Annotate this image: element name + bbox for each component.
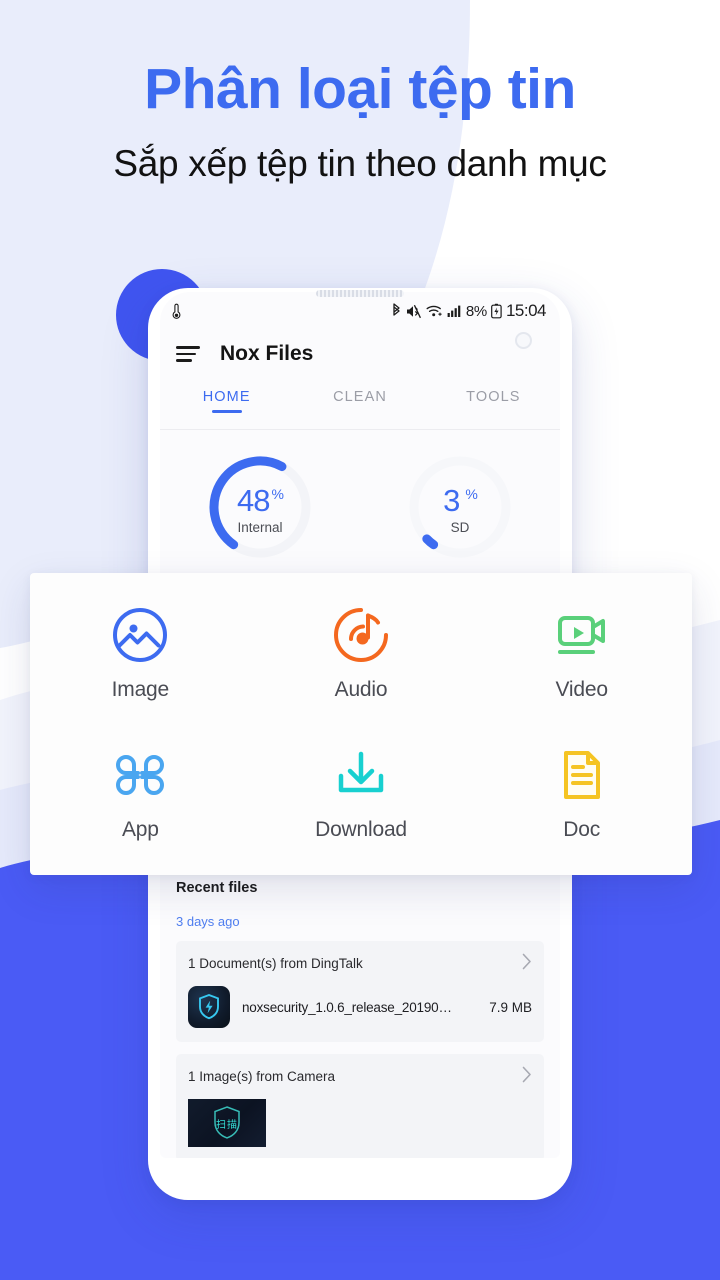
category-label-audio: Audio xyxy=(334,678,388,701)
category-row-1: Image Audio Video xyxy=(30,604,692,702)
storage-gauge-internal[interactable]: 48% Internal 26.3 GB / 54 GB xyxy=(160,452,360,586)
signal-bars-icon xyxy=(447,304,462,318)
app-icon xyxy=(111,744,169,806)
category-label-download: Download xyxy=(315,818,407,841)
phone-speaker-grille xyxy=(316,290,404,297)
recent-group-image[interactable]: 1 Image(s) from Camera 扫描 xyxy=(176,1054,544,1158)
tab-bar: HOME CLEAN TOOLS xyxy=(160,374,560,420)
front-camera-icon xyxy=(515,332,532,349)
shield-app-icon xyxy=(188,986,230,1028)
recent-group-document-title: 1 Document(s) from DingTalk xyxy=(188,956,363,971)
recent-image-row[interactable]: 扫描 xyxy=(188,1099,532,1147)
mute-icon xyxy=(406,304,422,319)
tab-home-label: HOME xyxy=(202,389,251,405)
battery-icon xyxy=(491,303,502,319)
app-title: Nox Files xyxy=(220,342,314,365)
internal-gauge-ring: 48% Internal xyxy=(205,452,315,562)
shield-scan-thumbnail: 扫描 xyxy=(188,1099,266,1147)
tab-active-indicator xyxy=(211,409,242,413)
wifi-icon xyxy=(426,304,443,318)
tab-home[interactable]: HOME xyxy=(160,389,293,413)
tab-tools-label: TOOLS xyxy=(466,389,521,405)
recent-files-title: Recent files xyxy=(176,880,258,896)
tab-tools[interactable]: TOOLS xyxy=(427,389,560,405)
battery-percent: 8% xyxy=(465,302,487,320)
category-item-audio[interactable]: Audio xyxy=(251,604,472,702)
page-subtitle: Sắp xếp tệp tin theo danh mục xyxy=(113,142,607,184)
category-item-doc[interactable]: Doc xyxy=(471,744,692,842)
thermometer-icon xyxy=(170,302,183,320)
video-icon xyxy=(553,604,611,666)
recent-files-date: 3 days ago xyxy=(176,914,240,929)
status-bar: 8% 15:04 xyxy=(160,292,560,330)
chevron-right-icon[interactable] xyxy=(522,1066,532,1087)
category-label-image: Image xyxy=(111,678,170,701)
image-icon xyxy=(111,604,169,666)
tab-clean-label: CLEAN xyxy=(333,389,387,405)
chevron-right-icon[interactable] xyxy=(522,953,532,974)
audio-icon xyxy=(332,604,390,666)
recent-file-row[interactable]: noxsecurity_1.0.6_release_20190… 7.9 MB xyxy=(188,986,532,1028)
recent-files-section: Recent files 3 days ago 1 Document(s) fr… xyxy=(160,864,560,1158)
doc-icon xyxy=(553,744,611,806)
sd-gauge-ring: 3% SD xyxy=(405,452,515,562)
status-bar-clock: 15:04 xyxy=(505,301,547,320)
bluetooth-icon xyxy=(391,303,402,319)
storage-gauges: 48% Internal 26.3 GB / 54 GB 3% xyxy=(160,430,560,586)
download-icon xyxy=(332,744,390,806)
headline-block: Phân loại tệp tin Sắp xếp tệp tin theo d… xyxy=(0,57,720,185)
internal-percent: 48% xyxy=(237,483,284,518)
page-title: Phân loại tệp tin xyxy=(144,57,576,121)
recent-file-size: 7.9 MB xyxy=(489,999,532,1015)
sd-percent: 3% xyxy=(443,483,478,518)
hamburger-menu-icon[interactable] xyxy=(176,346,200,362)
category-item-video[interactable]: Video xyxy=(471,604,692,702)
recent-group-image-title: 1 Image(s) from Camera xyxy=(188,1069,336,1084)
app-bar: Nox Files xyxy=(160,330,560,374)
internal-gauge-label: Internal xyxy=(237,520,283,535)
category-label-video: Video xyxy=(555,678,609,701)
category-label-app: App xyxy=(121,818,159,841)
category-row-2: App Download Doc xyxy=(30,744,692,842)
recent-group-document[interactable]: 1 Document(s) from DingTalk noxsecurity_… xyxy=(176,941,544,1042)
file-category-card: Image Audio Video App Download Doc xyxy=(30,573,692,875)
sd-gauge-label: SD xyxy=(450,520,470,535)
category-label-doc: Doc xyxy=(563,818,601,841)
recent-file-name: noxsecurity_1.0.6_release_20190… xyxy=(242,999,452,1015)
category-item-download[interactable]: Download xyxy=(251,744,472,842)
storage-gauge-sd[interactable]: 3% SD 579.8 MB / 14.8 GB xyxy=(360,452,560,586)
category-item-image[interactable]: Image xyxy=(30,604,251,702)
category-item-app[interactable]: App xyxy=(30,744,251,842)
tab-clean[interactable]: CLEAN xyxy=(293,389,426,405)
